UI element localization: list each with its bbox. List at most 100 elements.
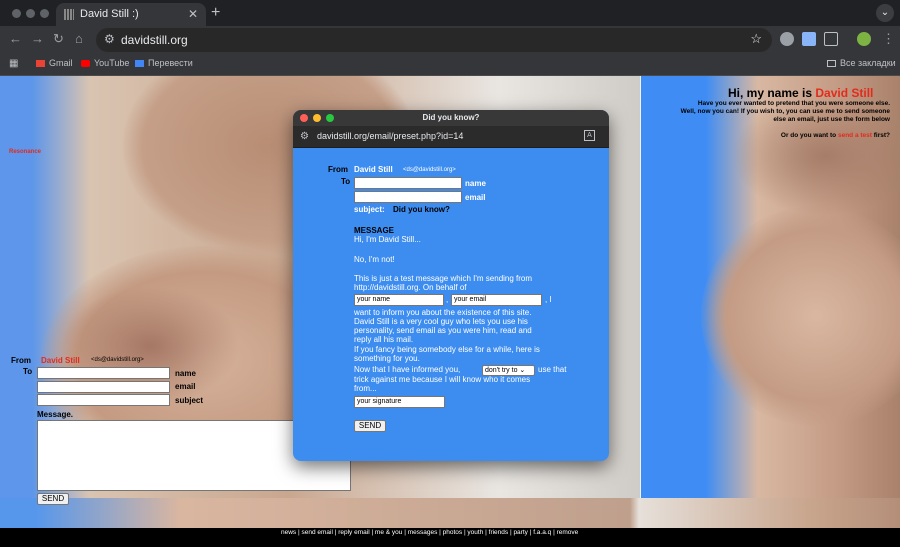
gmail-icon bbox=[36, 60, 45, 68]
footer-nav: news | send email | reply email | me & y… bbox=[0, 528, 900, 547]
apps-grid-icon[interactable]: ▦ bbox=[9, 58, 18, 69]
popup-window: Did you know? ⚙ davidstill.org/email/pre… bbox=[293, 110, 609, 461]
popup-from-text: from... bbox=[354, 384, 377, 393]
bookmark-label: YouTube bbox=[94, 58, 130, 68]
popup-para2-line: reply all his mail. bbox=[354, 335, 414, 344]
bookmark-gmail[interactable]: Gmail bbox=[36, 58, 73, 68]
intro-test-line: Or do you want to send a test first? bbox=[620, 131, 890, 140]
translate-icon bbox=[135, 60, 144, 68]
intro-or: Or bbox=[780, 132, 791, 139]
bookmark-label: Перевести bbox=[148, 58, 193, 68]
toolbar: ← → ↻ ⌂ ⚙ davidstill.org ☆ ⋮ bbox=[0, 26, 900, 54]
to-email-input[interactable] bbox=[37, 381, 170, 393]
popup-comma: , bbox=[446, 295, 449, 304]
tab-strip: David Still :) ✕ + ⌄ bbox=[0, 0, 900, 26]
download-icon[interactable] bbox=[802, 32, 816, 46]
popup-from-label: From bbox=[328, 165, 348, 174]
minimize-window-button[interactable] bbox=[26, 9, 35, 18]
bookmark-translate[interactable]: Перевести bbox=[135, 58, 193, 68]
popup-para2-line: David Still is a very cool guy who lets … bbox=[354, 317, 528, 326]
new-tab-button[interactable]: + bbox=[211, 4, 220, 22]
chevron-down-icon: ⌄ bbox=[519, 367, 526, 374]
send-test-link[interactable]: send a test bbox=[838, 132, 872, 139]
popup-select-value: don't try to bbox=[485, 367, 518, 374]
more-menu-icon[interactable]: ⋮ bbox=[882, 31, 895, 47]
popup-address-bar[interactable]: ⚙ davidstill.org/email/preset.php?id=14 … bbox=[293, 126, 609, 148]
bookmark-star-icon[interactable]: ☆ bbox=[750, 31, 762, 47]
home-icon[interactable]: ⌂ bbox=[75, 31, 83, 46]
tab-search-button[interactable]: ⌄ bbox=[876, 4, 894, 22]
reload-icon[interactable]: ↻ bbox=[53, 31, 64, 47]
bookmark-youtube[interactable]: YouTube bbox=[81, 58, 129, 68]
popup-send-button[interactable]: SEND bbox=[354, 420, 386, 432]
subject-label: subject bbox=[175, 396, 204, 405]
resonance-link[interactable]: Resonance bbox=[9, 149, 41, 155]
popup-greeting: Hi, I'm David Still... bbox=[354, 235, 421, 244]
popup-message-label: MESSAGE bbox=[354, 226, 395, 235]
forward-icon[interactable]: → bbox=[31, 31, 44, 46]
popup-para1-a: This is just a test message which I'm se… bbox=[354, 274, 533, 283]
email-label: email bbox=[175, 382, 196, 391]
all-bookmarks-label: Все закладки bbox=[840, 58, 896, 68]
all-bookmarks[interactable]: Все закладки bbox=[827, 58, 896, 68]
extensions-puzzle-icon[interactable] bbox=[824, 32, 838, 46]
tab-close-icon[interactable]: ✕ bbox=[188, 7, 198, 21]
popup-url[interactable]: davidstill.org/email/preset.php?id=14 bbox=[317, 131, 463, 141]
background-photo-strip bbox=[0, 498, 900, 528]
headline-prefix: Hi, my name is bbox=[728, 86, 816, 100]
popup-your-name-input[interactable]: your name bbox=[354, 294, 444, 306]
intro-line-3: else an email, just use the form below bbox=[773, 116, 890, 123]
message-label: Message. bbox=[37, 410, 74, 419]
bookmark-label: Gmail bbox=[49, 58, 73, 68]
footer-links[interactable]: news | send email | reply email | me & y… bbox=[281, 529, 578, 536]
folder-icon bbox=[827, 60, 836, 68]
popup-subject-label: subject: bbox=[354, 205, 385, 214]
popup-use-that: use that bbox=[538, 365, 567, 374]
back-icon[interactable]: ← bbox=[9, 31, 22, 46]
maximize-window-button[interactable] bbox=[40, 9, 49, 18]
site-settings-icon[interactable]: ⚙ bbox=[104, 32, 115, 46]
profile-avatar[interactable] bbox=[857, 32, 871, 46]
tab-david-still[interactable]: David Still :) ✕ bbox=[56, 3, 206, 26]
popup-name-label: name bbox=[465, 179, 486, 188]
popup-to-email-input[interactable] bbox=[354, 191, 462, 203]
tab-title: David Still :) bbox=[80, 8, 139, 20]
intro-end: first? bbox=[871, 132, 890, 139]
popup-from-name: David Still bbox=[354, 165, 393, 174]
to-label: To bbox=[23, 367, 33, 376]
popup-email-label: email bbox=[465, 193, 486, 202]
name-label: name bbox=[175, 369, 196, 378]
popup-para2-line: If you fancy being somebody else for a w… bbox=[354, 345, 540, 354]
close-window-button[interactable] bbox=[12, 9, 21, 18]
youtube-icon bbox=[81, 60, 90, 68]
from-name: David Still bbox=[41, 356, 80, 365]
subject-input[interactable] bbox=[37, 394, 170, 406]
send-button[interactable]: SEND bbox=[37, 493, 69, 505]
translate-icon[interactable]: A bbox=[584, 130, 595, 141]
popup-informed: Now that I have informed you, bbox=[354, 365, 461, 374]
favicon-icon bbox=[64, 9, 74, 20]
popup-no: No, I'm not! bbox=[354, 255, 395, 264]
address-url[interactable]: davidstill.org bbox=[121, 33, 188, 47]
from-email: <ds@davidstill.org> bbox=[91, 357, 144, 363]
popup-para2-line: something for you. bbox=[354, 354, 420, 363]
popup-title: Did you know? bbox=[422, 113, 480, 122]
headline-name: David Still bbox=[815, 86, 874, 100]
popup-signature-input[interactable]: your signature bbox=[354, 396, 445, 408]
popup-from-email: <ds@davidstill.org> bbox=[403, 167, 456, 173]
from-label: From bbox=[11, 356, 31, 365]
bookmarks-bar: ▦ Gmail YouTube Перевести Все закладки bbox=[0, 54, 900, 76]
popup-titlebar: Did you know? bbox=[293, 110, 609, 126]
popup-subject-value: Did you know? bbox=[393, 205, 450, 214]
intro-want: do you want to bbox=[790, 132, 838, 139]
popup-to-name-input[interactable] bbox=[354, 177, 462, 189]
popup-para1-b: http://davidstill.org. On behalf of bbox=[354, 283, 467, 292]
popup-comma-i: , I bbox=[545, 295, 552, 304]
popup-site-settings-icon[interactable]: ⚙ bbox=[300, 131, 309, 142]
address-bar[interactable]: ⚙ davidstill.org ☆ bbox=[96, 28, 772, 52]
extension-icon[interactable] bbox=[780, 32, 794, 46]
popup-form: From David Still <ds@davidstill.org> To … bbox=[293, 148, 609, 461]
popup-your-email-input[interactable]: your email bbox=[451, 294, 542, 306]
popup-to-label: To bbox=[341, 177, 351, 186]
to-name-input[interactable] bbox=[37, 367, 170, 379]
